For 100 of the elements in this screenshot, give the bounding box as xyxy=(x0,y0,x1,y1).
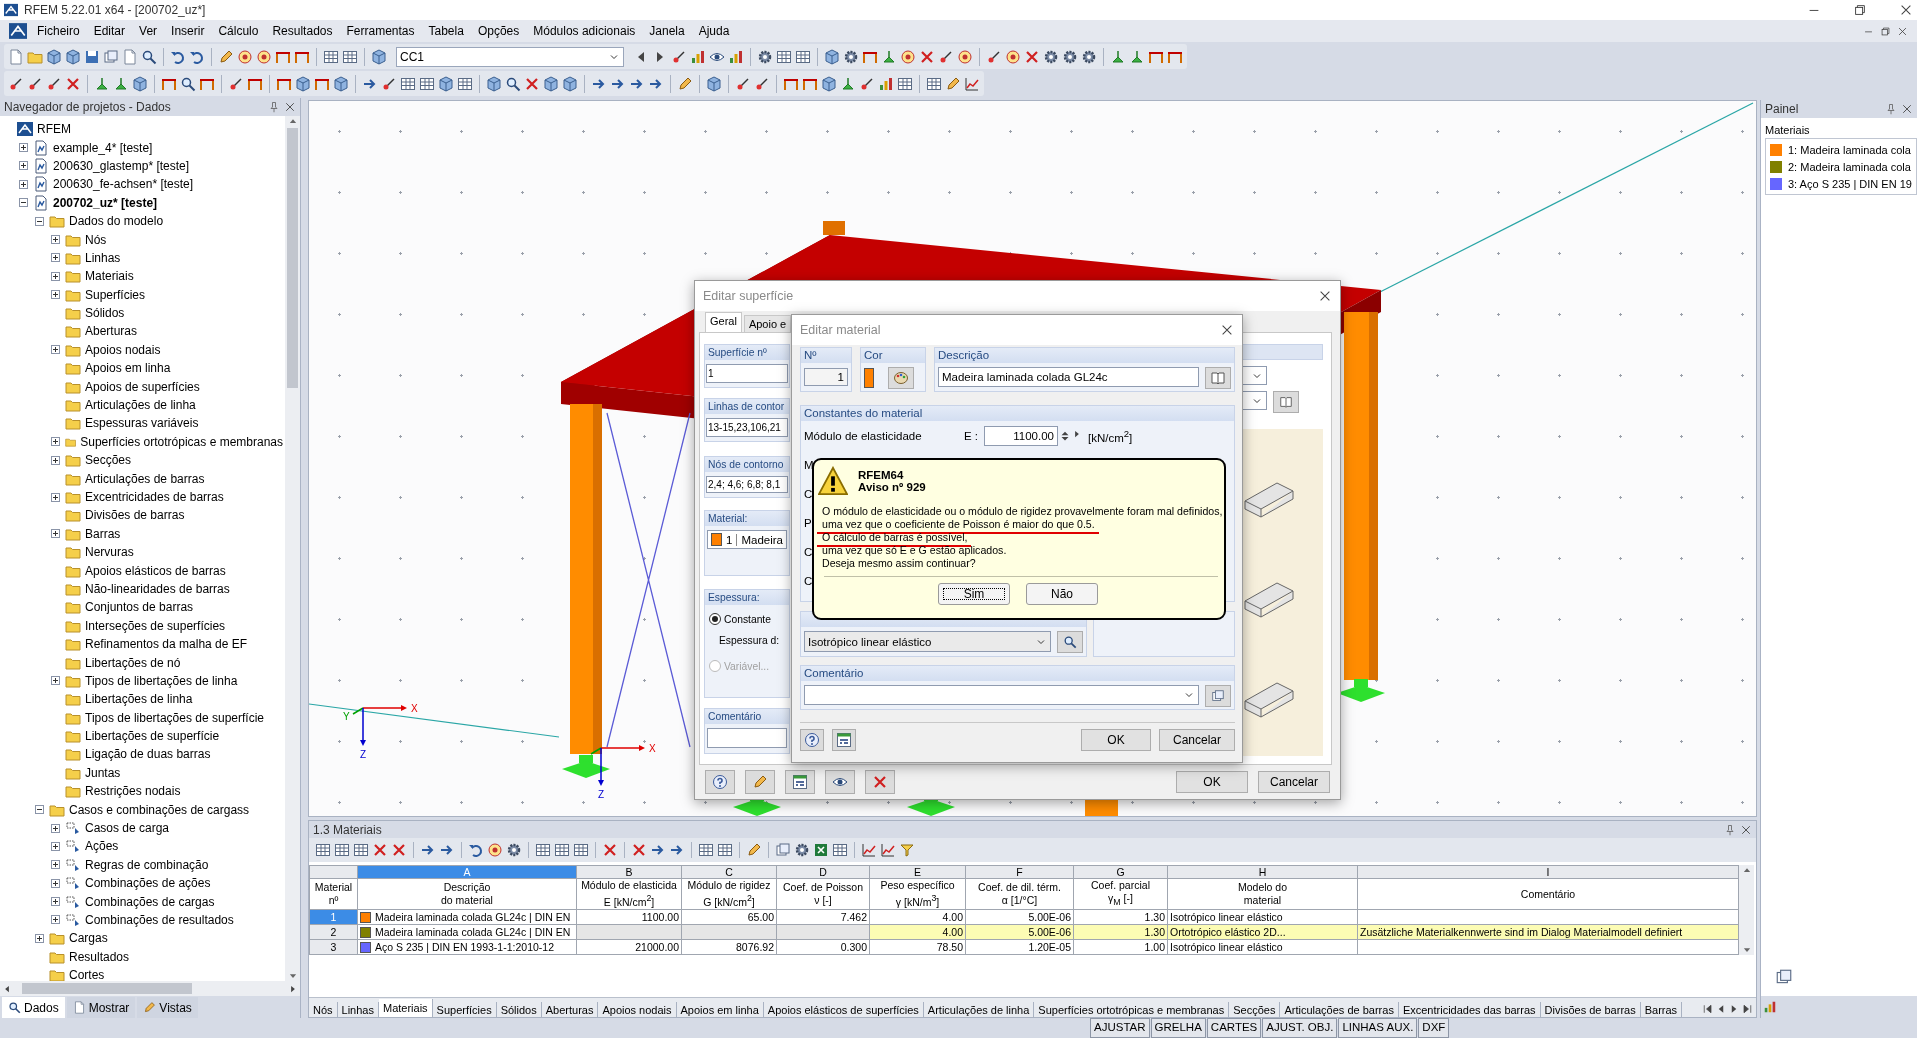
ok-button[interactable]: OK xyxy=(1081,729,1151,751)
expand-toggle[interactable] xyxy=(51,253,60,263)
menu-item[interactable]: Cálculo xyxy=(211,22,266,40)
table-icon[interactable] xyxy=(315,842,331,858)
copy-icon[interactable] xyxy=(1775,968,1793,986)
menu-item[interactable]: Editar xyxy=(86,22,133,40)
status-button[interactable]: DXF xyxy=(1418,1018,1450,1038)
table-icon[interactable] xyxy=(717,842,733,858)
cross-icon[interactable] xyxy=(631,842,647,858)
tree-item[interactable]: Espessuras variáveis xyxy=(83,416,201,431)
table-icon[interactable] xyxy=(795,48,811,65)
panel-tab[interactable]: Vistas xyxy=(137,997,198,1018)
pencil-icon[interactable] xyxy=(677,75,693,92)
tree-item[interactable]: Restrições nodais xyxy=(83,784,183,799)
tree-item[interactable]: Superfícies ortotrópicas e membranas xyxy=(78,434,285,449)
table-icon[interactable] xyxy=(342,48,358,65)
expand-toggle[interactable] xyxy=(51,897,60,907)
node-line-icon[interactable] xyxy=(859,75,875,92)
bar-chart-icon[interactable] xyxy=(878,75,894,92)
pin-icon[interactable] xyxy=(1885,103,1897,115)
table-icon[interactable] xyxy=(573,842,589,858)
expand-toggle[interactable] xyxy=(51,915,60,925)
table-icon[interactable] xyxy=(832,842,848,858)
vertical-scrollbar[interactable] xyxy=(1739,865,1754,955)
cube-icon[interactable] xyxy=(824,48,840,65)
help-button[interactable] xyxy=(800,729,824,751)
tree-item[interactable]: Apoios em linha xyxy=(83,361,173,376)
status-button[interactable]: GRELHA xyxy=(1150,1018,1206,1038)
pencil-icon[interactable] xyxy=(218,48,234,65)
bar-chart-icon[interactable] xyxy=(728,48,744,65)
menu-item[interactable]: Inserir xyxy=(164,22,212,40)
pin-icon[interactable] xyxy=(1724,823,1736,836)
tree-item[interactable]: Tipos de libertações de superfície xyxy=(83,710,266,725)
column-letter[interactable]: H xyxy=(1167,865,1358,879)
cube-icon[interactable] xyxy=(333,75,349,92)
expand-toggle[interactable] xyxy=(19,179,28,189)
expand-toggle[interactable] xyxy=(51,529,60,539)
tree-item[interactable]: Linhas xyxy=(83,250,123,265)
yes-button[interactable]: Sim xyxy=(938,583,1010,605)
tree-item[interactable]: 200702_uz* [teste] xyxy=(51,195,160,210)
target-icon[interactable] xyxy=(957,48,973,65)
tree-item[interactable]: Combinações de resultados xyxy=(83,913,236,927)
edit-button[interactable] xyxy=(745,770,775,794)
number-format-button[interactable] xyxy=(832,729,856,751)
horizontal-scrollbar[interactable] xyxy=(0,981,300,996)
support-icon[interactable] xyxy=(1110,48,1126,65)
radio-option[interactable]: Constante xyxy=(709,613,789,625)
tree-item[interactable]: Libertações de nó xyxy=(83,655,183,670)
tab[interactable]: Apoios nodais xyxy=(598,1002,677,1017)
bar-chart-icon[interactable] xyxy=(1763,1000,1777,1014)
edit-button[interactable] xyxy=(1273,391,1299,413)
cube-icon[interactable] xyxy=(543,75,559,92)
column-letter[interactable]: C xyxy=(681,865,777,879)
tree-item[interactable]: Interseções de superfícies xyxy=(83,618,228,633)
tab[interactable]: Aberturas xyxy=(541,1002,599,1017)
tree-item[interactable]: Apoios nodais xyxy=(83,342,163,357)
curved-arrow-icon[interactable] xyxy=(468,842,484,858)
table-icon[interactable] xyxy=(457,75,473,92)
menu-item[interactable]: Ver xyxy=(132,22,165,40)
cross-icon[interactable] xyxy=(1024,48,1040,65)
node-line-icon[interactable] xyxy=(754,75,770,92)
restore-icon[interactable] xyxy=(1880,25,1891,37)
support-icon[interactable] xyxy=(113,75,129,92)
comment-field[interactable] xyxy=(707,728,787,748)
expand-toggle[interactable] xyxy=(51,455,60,465)
select-button[interactable] xyxy=(865,770,895,794)
cube-icon[interactable] xyxy=(295,75,311,92)
expand-toggle[interactable] xyxy=(51,235,60,245)
expand-toggle[interactable] xyxy=(51,290,60,300)
tree-item[interactable]: Refinamentos da malha de EF xyxy=(83,637,250,652)
tree-item[interactable]: Regras de combinação xyxy=(83,857,211,872)
tree-item[interactable]: Nervuras xyxy=(83,545,136,560)
cancel-button[interactable]: Cancelar xyxy=(1258,771,1330,793)
funnel-icon[interactable] xyxy=(899,842,915,858)
tree-item[interactable]: 200630_fe-achsen* [teste] xyxy=(51,177,196,192)
expand-toggle[interactable] xyxy=(19,143,28,153)
tree-item[interactable]: Sólidos xyxy=(83,306,127,321)
menu-item[interactable]: Opções xyxy=(470,22,527,40)
tree-item[interactable]: Secções xyxy=(83,453,134,468)
tree-item[interactable]: 200630_glastemp* [teste] xyxy=(51,158,192,173)
table-icon[interactable] xyxy=(554,842,570,858)
support-icon[interactable] xyxy=(94,75,110,92)
tree-item[interactable]: Libertações de linha xyxy=(83,692,195,707)
tab[interactable]: Geral xyxy=(705,312,742,332)
panel-tab[interactable]: Mostrar xyxy=(66,997,136,1018)
tree-item[interactable]: Excentricidades de barras xyxy=(83,490,226,504)
copy-icon[interactable] xyxy=(775,842,791,858)
tree-item[interactable]: Cortes xyxy=(67,968,107,981)
search-icon[interactable] xyxy=(505,75,521,92)
target-icon[interactable] xyxy=(900,48,916,65)
node-line-icon[interactable] xyxy=(27,75,43,92)
input-field[interactable]: 13-15,23,106,21 xyxy=(706,418,788,437)
target-icon[interactable] xyxy=(237,48,253,65)
table-icon[interactable] xyxy=(776,48,792,65)
tree-item[interactable]: Conjuntos de barras xyxy=(83,600,196,615)
tree-item[interactable]: example_4* [teste] xyxy=(51,140,155,155)
close-icon[interactable] xyxy=(284,101,296,113)
cube-icon[interactable] xyxy=(706,75,722,92)
column-letter[interactable]: B xyxy=(576,865,682,879)
target-icon[interactable] xyxy=(1005,48,1021,65)
